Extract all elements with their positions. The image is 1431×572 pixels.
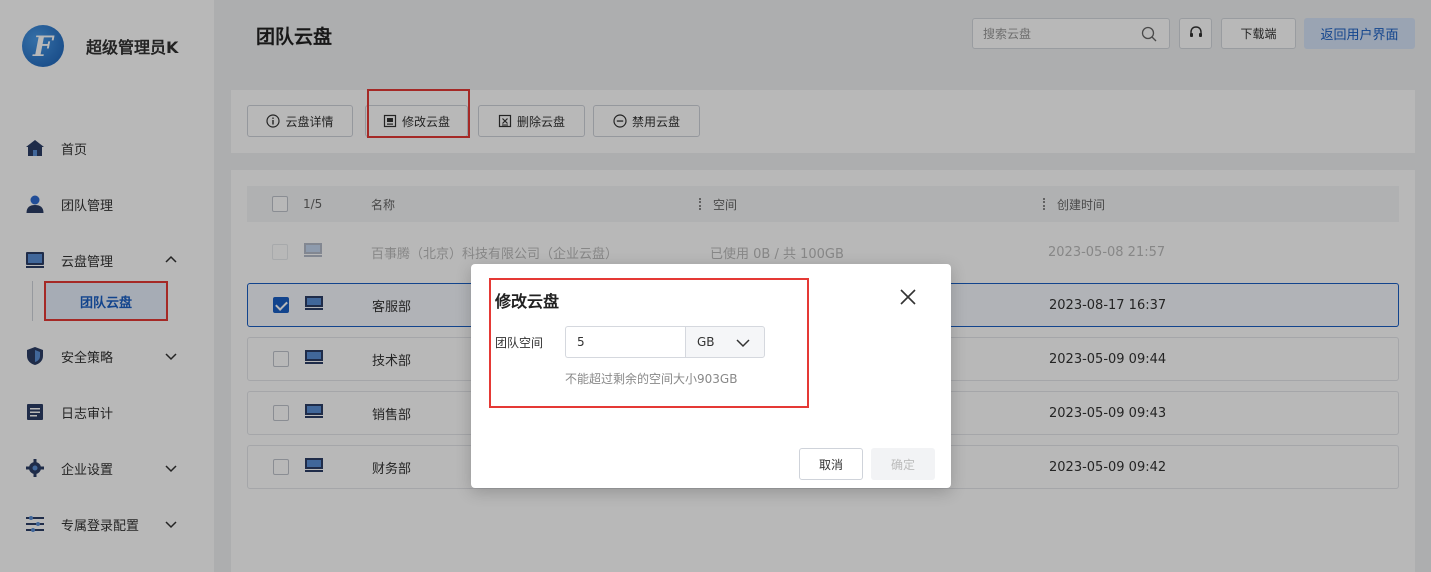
confirm-button[interactable]: 确定 — [871, 448, 935, 480]
cancel-button[interactable]: 取消 — [799, 448, 863, 480]
close-icon[interactable] — [899, 288, 917, 306]
team-space-input[interactable] — [565, 326, 686, 358]
unit-select-value: GB — [697, 335, 715, 349]
chevron-down-icon — [736, 336, 750, 350]
team-space-label: 团队空间 — [495, 336, 544, 350]
modify-drive-dialog: 修改云盘 团队空间 GB 不能超过剩余的空间大小903GB 取消 确定 — [471, 264, 951, 488]
dialog-title: 修改云盘 — [495, 292, 560, 311]
unit-select[interactable]: GB — [685, 326, 765, 358]
space-hint: 不能超过剩余的空间大小903GB — [565, 372, 738, 386]
